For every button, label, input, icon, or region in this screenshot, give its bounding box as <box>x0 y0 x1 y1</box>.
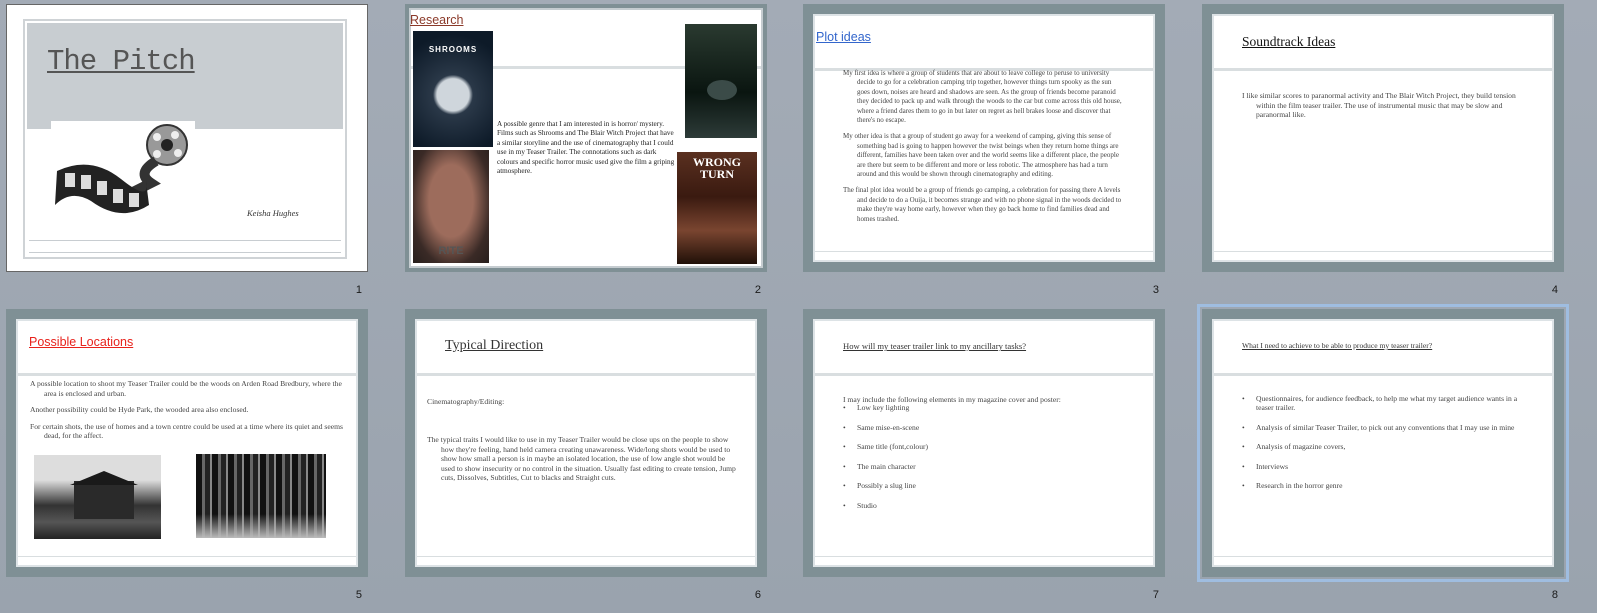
slide-number: 4 <box>1551 284 1558 296</box>
soundtrack-text: I like similar scores to paranormal acti… <box>1242 91 1516 120</box>
list-item: Questionnaires, for audience feedback, t… <box>1242 394 1527 412</box>
slide-number: 1 <box>355 284 362 296</box>
slide-3-thumbnail[interactable]: Plot ideas My first idea is where a grou… <box>803 4 1165 272</box>
locations-text: A possible location to shoot my Teaser T… <box>30 379 343 441</box>
slide-1-thumbnail[interactable]: The Pitch Keisha Hughes <box>6 4 368 272</box>
list-item: The main character <box>843 462 928 471</box>
slide-7-thumbnail[interactable]: How will my teaser trailer link to my an… <box>803 309 1165 577</box>
list-item: Research in the horror genre <box>1242 481 1527 490</box>
slide-5-thumbnail[interactable]: Possible Locations A possible location t… <box>6 309 368 577</box>
slide-title: How will my teaser trailer link to my an… <box>843 341 1027 351</box>
rite-poster: RITE <box>413 150 489 263</box>
slide-number: 5 <box>355 589 362 601</box>
plot-ideas-text: My first idea is where a group of studen… <box>843 69 1122 223</box>
list-item: Same mise-en-scene <box>843 423 928 432</box>
achieve-list: Questionnaires, for audience feedback, t… <box>1242 394 1527 501</box>
slide-title: What I need to achieve to be able to pro… <box>1242 341 1433 350</box>
slide-4-thumbnail[interactable]: Soundtrack Ideas I like similar scores t… <box>1202 4 1564 272</box>
slide-number: 8 <box>1551 589 1558 601</box>
direction-subtitle: Cinematography/Editing: <box>427 397 505 406</box>
slide-number: 2 <box>754 284 761 296</box>
abandoned-house-photo <box>34 455 161 539</box>
direction-text: The typical traits I would like to use i… <box>427 435 736 483</box>
list-item: Possibly a slug line <box>843 481 928 490</box>
slide-title: Research <box>410 13 464 27</box>
slide-8-thumbnail[interactable]: What I need to achieve to be able to pro… <box>1197 304 1569 582</box>
list-item: Analysis of similar Teaser Trailer, to p… <box>1242 423 1527 432</box>
film-reel-icon <box>55 124 188 214</box>
slide-title: Plot ideas <box>816 30 871 44</box>
slide-title: Typical Direction <box>445 338 544 353</box>
ancillary-list: Low key lighting Same mise-en-scene Same… <box>843 403 928 520</box>
slide-number: 7 <box>1152 589 1159 601</box>
slide-number: 6 <box>754 589 761 601</box>
list-item: Interviews <box>1242 462 1527 471</box>
research-text: A possible genre that I am interested in… <box>497 120 675 176</box>
slide-title: Soundtrack Ideas <box>1242 34 1336 49</box>
woods-photo <box>196 454 326 538</box>
author-name: Keisha Hughes <box>247 208 299 218</box>
slide-title: Possible Locations <box>29 335 134 349</box>
slide-title: The Pitch <box>47 45 196 78</box>
list-item: Low key lighting <box>843 403 928 412</box>
list-item: Analysis of magazine covers, <box>1242 442 1527 451</box>
slide-6-thumbnail[interactable]: Typical Direction Cinematography/Editing… <box>405 309 767 577</box>
slide-2-thumbnail[interactable]: Research SHROOMS RITE WRONG TURN A possi… <box>405 4 767 272</box>
slide-number: 3 <box>1152 284 1159 296</box>
blair-witch-poster <box>685 24 757 138</box>
shrooms-poster: SHROOMS <box>413 31 493 147</box>
list-item: Same title (font,colour) <box>843 442 928 451</box>
list-item: Studio <box>843 501 928 510</box>
wrong-turn-poster: WRONG TURN <box>677 152 757 264</box>
